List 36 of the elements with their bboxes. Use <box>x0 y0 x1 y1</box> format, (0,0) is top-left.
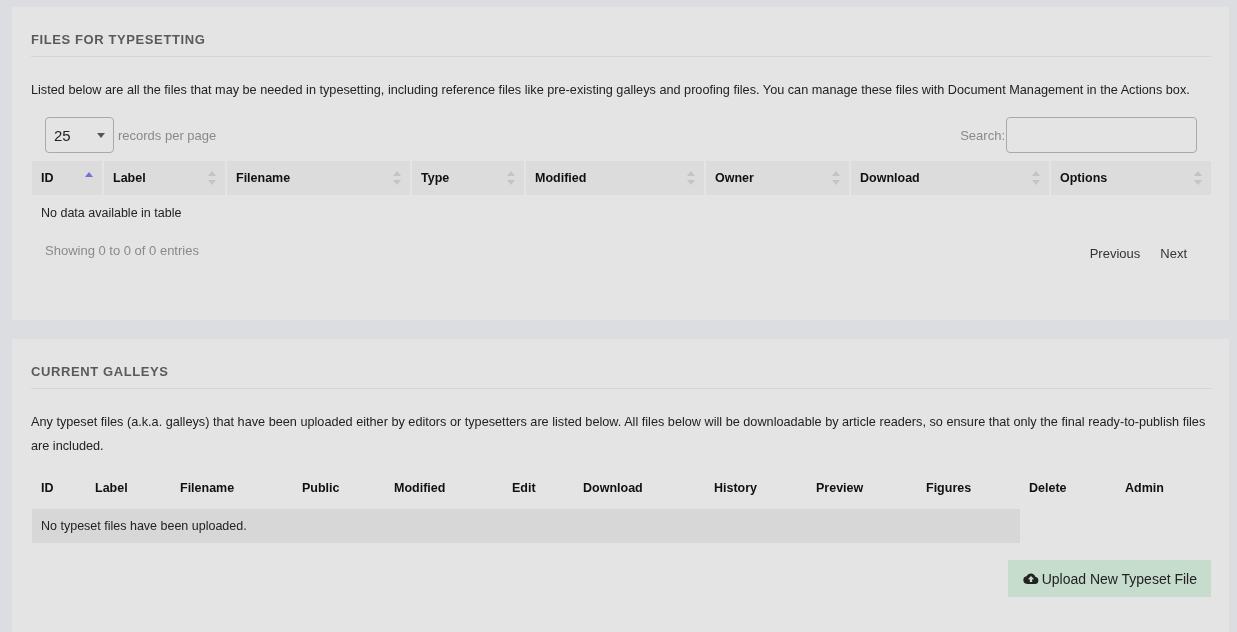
cloud-upload-icon <box>1022 573 1039 584</box>
column-header: Admin <box>1125 481 1164 495</box>
empty-table-message: No typeset files have been uploaded. <box>32 509 1020 543</box>
upload-button[interactable]: Upload New Typeset File <box>1007 560 1211 597</box>
column-header[interactable]: Label <box>104 161 225 195</box>
column-header[interactable]: Options <box>1051 161 1211 195</box>
column-header[interactable]: Modified <box>526 161 704 195</box>
column-header[interactable]: Owner <box>706 161 849 195</box>
column-header[interactable]: Type <box>412 161 524 195</box>
column-header: Edit <box>512 481 536 495</box>
column-header: ID <box>41 481 54 495</box>
empty-table-message: No data available in table <box>40 206 182 220</box>
column-header: Public <box>302 481 340 495</box>
column-header: Label <box>95 481 128 495</box>
column-header: Filename <box>180 481 235 495</box>
records-per-page-label: records per page <box>118 127 217 143</box>
search-label: Search: <box>960 127 1005 143</box>
pagination-button[interactable]: Previous <box>1079 243 1151 264</box>
section-description: Any typeset files (a.k.a. galleys) that have been uploaded either by editors or typesetters are listed below. All files below will be downloadable by article readers, so ensure that only the final ready-to-publish files are included. <box>31 414 1207 455</box>
column-header[interactable]: Filename <box>227 161 410 195</box>
column-header: Preview <box>816 481 864 495</box>
pagination-button[interactable]: Next <box>1150 243 1197 264</box>
column-header: Download <box>583 481 643 495</box>
column-header: History <box>714 481 758 495</box>
column-header[interactable]: Download <box>851 161 1049 195</box>
column-header: Modified <box>394 481 446 495</box>
records-per-page-select[interactable]: 25 <box>45 117 114 153</box>
table-info: Showing 0 to 0 of 0 entries <box>44 242 199 260</box>
column-header: Figures <box>926 481 972 495</box>
search-field[interactable] <box>1006 117 1197 153</box>
caret-icon <box>97 132 105 138</box>
section-description: Listed below are all the files that may be needed in typesetting, including reference files like pre-existing galleys and proofing files. You can manage these files with Document Management in the Actions box. <box>31 82 1191 99</box>
column-header[interactable]: ID <box>32 161 102 195</box>
section-title: CURRENT GALLEYS <box>31 363 1211 389</box>
section-title: FILES FOR TYPESETTING <box>31 31 1211 57</box>
column-header: Delete <box>1029 481 1067 495</box>
